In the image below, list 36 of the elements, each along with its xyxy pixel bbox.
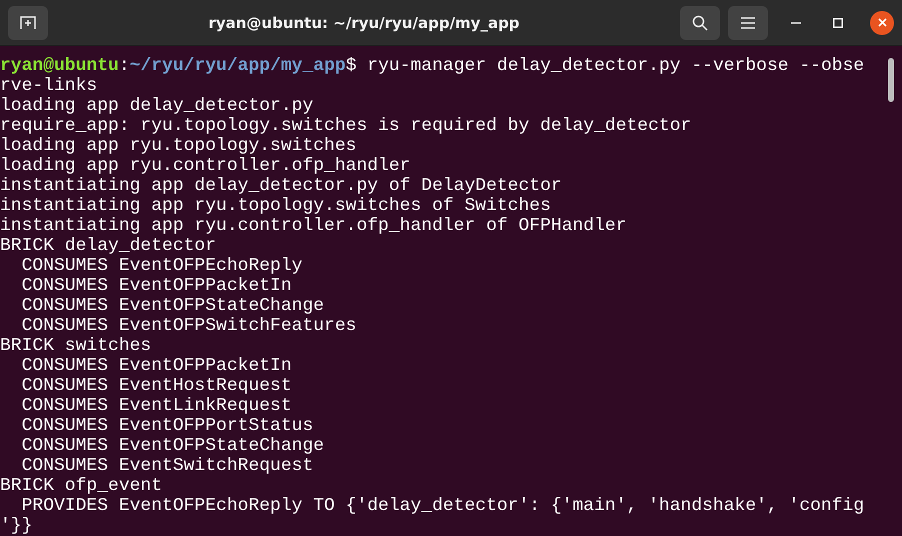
output-line: CONSUMES EventOFPPacketIn [20, 276, 293, 296]
output-line: CONSUMES EventOFPStateChange [20, 296, 326, 316]
close-button[interactable] [870, 10, 894, 34]
output-line: '}} [0, 516, 34, 536]
menu-icon [741, 16, 755, 28]
search-icon [692, 14, 708, 30]
new-tab-button[interactable] [8, 6, 48, 40]
output-line: instantiating app delay_detector.py of DelayDetector [0, 176, 563, 196]
output-line: CONSUMES EventOFPSwitchFeatures [20, 316, 358, 336]
output-line: loading app ryu.controller.ofp_handler [0, 156, 412, 176]
output-line: BRICK switches [0, 336, 152, 356]
output-line: CONSUMES EventSwitchRequest [20, 456, 314, 476]
output-line: loading app ryu.topology.switches [0, 136, 358, 156]
close-icon [878, 18, 886, 27]
search-button[interactable] [680, 6, 720, 40]
scrollbar-thumb[interactable] [888, 58, 894, 102]
output-line: rve-links [0, 76, 98, 96]
output-line: CONSUMES EventOFPPortStatus [20, 416, 314, 436]
output-line: loading app delay_detector.py [0, 96, 314, 116]
output-line: CONSUMES EventHostRequest [20, 376, 293, 396]
output-line: CONSUMES EventOFPPacketIn [20, 356, 293, 376]
output-line: CONSUMES EventOFPEchoReply [20, 256, 304, 276]
menu-button[interactable] [728, 6, 768, 40]
maximize-icon [833, 18, 843, 28]
prompt-line: ryan@ubuntu:~/ryu/ryu/app/my_app$ ryu-manager delay_detector.py --verbose --obse [0, 56, 866, 76]
window-title: ryan@ubuntu: ~/ryu/ryu/app/my_app [207, 14, 521, 32]
output-line: BRICK delay_detector [0, 236, 218, 256]
output-line: BRICK ofp_event [0, 476, 164, 496]
output-line: instantiating app ryu.topology.switches of Switches [0, 196, 552, 216]
output-line: instantiating app ryu.controller.ofp_handler of OFPHandler [0, 216, 628, 236]
output-line: require_app: ryu.topology.switches is required by delay_detector [0, 116, 692, 136]
output-line: PROVIDES EventOFPEchoReply TO {'delay_detector': {'main', 'handshake', 'config [20, 496, 866, 516]
minimize-icon [791, 22, 801, 24]
output-line: CONSUMES EventOFPStateChange [20, 436, 326, 456]
new-tab-icon [20, 16, 36, 30]
output-line: CONSUMES EventLinkRequest [20, 396, 293, 416]
